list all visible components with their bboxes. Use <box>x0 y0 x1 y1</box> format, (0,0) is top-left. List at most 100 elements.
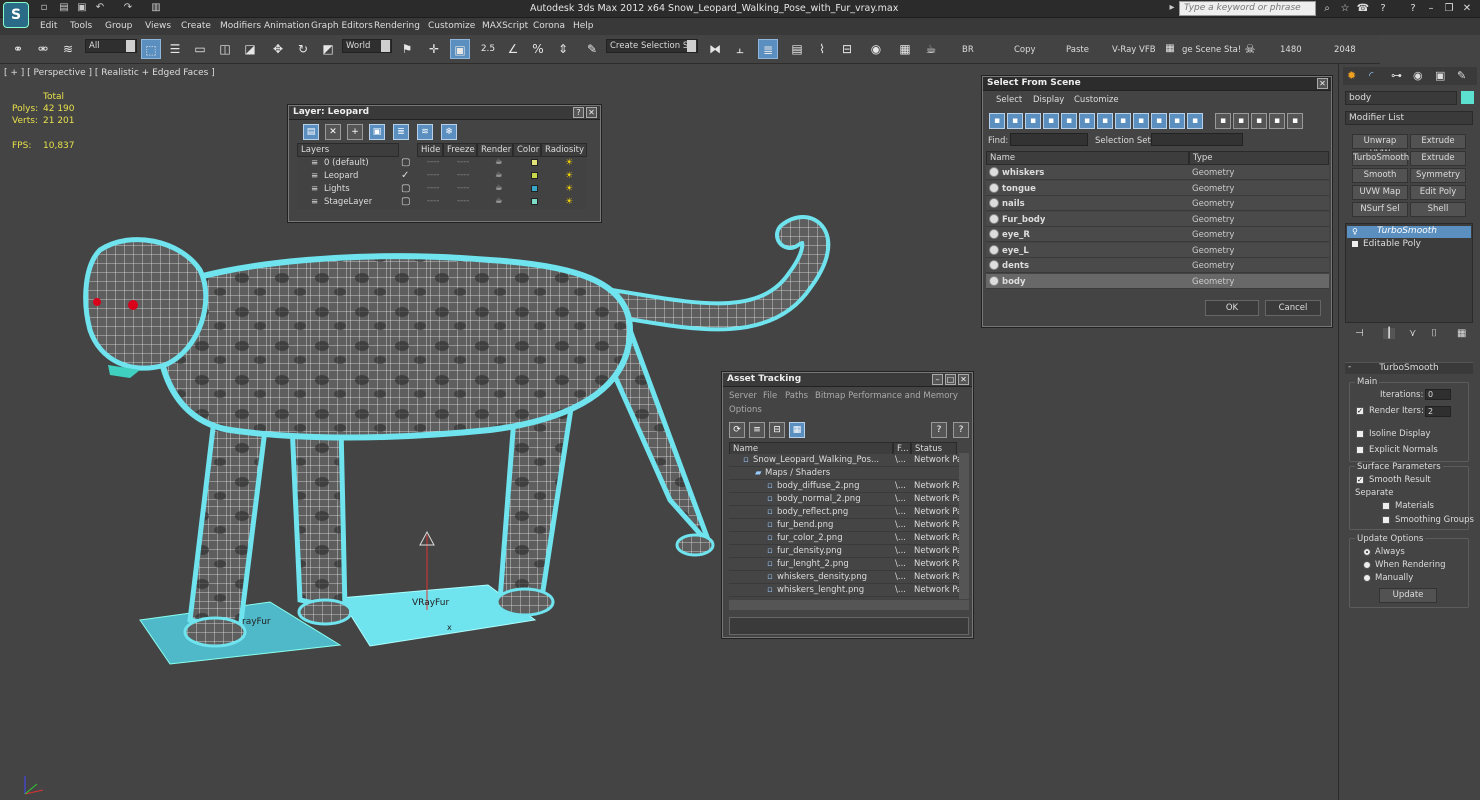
menu-modifiers[interactable]: Modifiers <box>220 21 261 31</box>
star-icon[interactable]: ☆ <box>1338 2 1352 15</box>
schematic-view-icon[interactable]: ⊟ <box>837 39 857 59</box>
create-tab-icon[interactable]: ✹ <box>1347 69 1356 82</box>
hide-toggle[interactable]: ---- <box>427 157 439 167</box>
spinner-snap-icon[interactable]: ⇕ <box>553 39 573 59</box>
freeze-toggle[interactable]: ---- <box>457 157 469 167</box>
layer-visible-box-icon[interactable]: ▢ <box>401 196 410 207</box>
isoline-checkbox[interactable] <box>1356 430 1364 438</box>
window-crossing-icon[interactable]: ◫ <box>215 39 235 59</box>
display-cameras-icon[interactable]: ▪ <box>1043 113 1059 129</box>
asset-row[interactable]: ▫ fur_color_2.png \... Network Pa <box>729 532 962 545</box>
skull-icon[interactable]: ☠ <box>1240 39 1260 59</box>
asset-row[interactable]: ▫ whiskers_density.png \... Network Pa <box>729 571 962 584</box>
table-view-icon[interactable]: ▦ <box>789 422 805 438</box>
selection-filter-dropdown[interactable]: All <box>85 39 137 53</box>
scene-object-row[interactable]: body Geometry <box>986 273 1329 289</box>
communication-icon[interactable]: ☎ <box>1356 2 1370 15</box>
shell-button[interactable]: Shell <box>1410 202 1466 217</box>
remove-modifier-icon[interactable]: ⌷ <box>1431 328 1437 339</box>
object-color-swatch[interactable] <box>1461 91 1474 104</box>
cancel-button[interactable]: Cancel <box>1265 300 1321 316</box>
update-button[interactable]: Update <box>1379 588 1437 603</box>
unwrap-uvw-button[interactable]: Unwrap UVW <box>1352 134 1408 159</box>
paste-button[interactable]: Paste <box>1066 45 1089 55</box>
iterations-spinner[interactable]: 0 <box>1425 389 1451 400</box>
highlight-layer-icon[interactable]: ≣ <box>393 124 409 140</box>
stack-item-turbosmooth[interactable]: TurboSmooth <box>1347 226 1471 238</box>
menu-help[interactable]: Help <box>573 21 594 31</box>
asset-maximize-button[interactable]: □ <box>945 374 956 385</box>
col-type[interactable]: Type <box>1189 151 1329 165</box>
asset-help2-icon[interactable]: ? <box>953 422 969 438</box>
select-move-icon[interactable]: ◪ <box>240 39 260 59</box>
hide-toggle[interactable]: ---- <box>427 170 439 180</box>
modifier-stack[interactable]: TurboSmooth ♀ Editable Poly <box>1345 223 1473 323</box>
help-icon[interactable]: ? <box>1376 2 1390 15</box>
display-hidden-icon[interactable]: ▪ <box>1187 113 1203 129</box>
menu-rendering[interactable]: Rendering <box>374 21 420 31</box>
render-teapot-icon[interactable]: ☕ <box>495 196 503 206</box>
object-name[interactable]: nails <box>1002 199 1025 209</box>
render-setup-icon[interactable]: ▦ <box>895 39 915 59</box>
unlink-icon[interactable]: ⚮ <box>33 39 53 59</box>
layer-dialog-title[interactable]: Layer: Leopard <box>289 106 600 120</box>
reference-coordinate-dropdown[interactable]: World <box>342 39 392 53</box>
graphite-ribbon-icon[interactable]: ▤ <box>787 39 807 59</box>
menu-animation[interactable]: Animation <box>264 21 310 31</box>
layer-dialog[interactable]: Layer: Leopard ? ✕ ▤ ✕ + ▣ ≣ ≋ ❄ Layers … <box>288 105 601 222</box>
asset-row[interactable]: ▫ whiskers_lenght.png \... Network Pa <box>729 584 962 597</box>
search-arrow-icon[interactable]: ▸ <box>1166 2 1178 14</box>
add-to-layer-icon[interactable]: + <box>347 124 363 140</box>
curve-editor-icon[interactable]: ⌇ <box>812 39 832 59</box>
select-menu-select[interactable]: Select <box>996 95 1022 105</box>
app-logo[interactable]: S <box>3 2 29 28</box>
br-button[interactable]: BR <box>962 45 974 55</box>
restore-button[interactable]: ❐ <box>1442 2 1456 15</box>
menu-group[interactable]: Group <box>105 21 132 31</box>
layer-visible-box-icon[interactable]: ▢ <box>401 183 410 194</box>
vray-vfb-button[interactable]: V-Ray VFB <box>1112 45 1156 55</box>
col-name[interactable]: Name <box>986 151 1189 165</box>
angle-snap-icon[interactable]: ∠ <box>503 39 523 59</box>
menu-create[interactable]: Create <box>181 21 211 31</box>
radiosity-sun-icon[interactable]: ☀ <box>565 184 573 194</box>
select-menu-display[interactable]: Display <box>1033 95 1064 105</box>
scene-object-row[interactable]: dents Geometry <box>986 258 1329 273</box>
col-color[interactable]: Color <box>513 143 541 157</box>
sync-icon[interactable]: ▪ <box>1287 113 1303 129</box>
select-dialog-title[interactable]: Select From Scene <box>983 77 1331 91</box>
asset-menu-file[interactable]: File <box>763 391 777 401</box>
col-freeze[interactable]: Freeze <box>443 143 477 157</box>
width-preset[interactable]: 1480 <box>1280 45 1302 55</box>
create-layer-icon[interactable]: ▤ <box>303 124 319 140</box>
asset-row[interactable]: ▫ body_normal_2.png \... Network Pa <box>729 493 962 506</box>
select-invert-icon[interactable]: ▪ <box>1251 113 1267 129</box>
menu-customize[interactable]: Customize <box>428 21 475 31</box>
object-name[interactable]: body <box>1002 277 1026 287</box>
freeze-toggle[interactable]: ---- <box>457 196 469 206</box>
rectangle-region-icon[interactable]: ▭ <box>190 39 210 59</box>
selection-set-dropdown[interactable] <box>1151 133 1243 146</box>
link-icon[interactable]: ⚭ <box>8 39 28 59</box>
object-name[interactable]: dents <box>1002 261 1029 271</box>
render-teapot-icon[interactable]: ☕ <box>921 39 941 59</box>
viewport-label[interactable]: [ + ] [ Perspective ] [ Realistic + Edge… <box>4 68 215 78</box>
asset-name[interactable]: Snow_Leopard_Walking_Pos... <box>753 455 893 465</box>
tree-view-icon[interactable]: ⊟ <box>769 422 785 438</box>
pin-stack-icon[interactable]: ⊣ <box>1355 328 1364 339</box>
rollout-collapse-icon[interactable]: - <box>1348 362 1351 372</box>
layer-name[interactable]: StageLayer <box>324 197 372 207</box>
layer-close-button[interactable]: ✕ <box>586 107 597 118</box>
col-render[interactable]: Render <box>477 143 513 157</box>
named-selection-dropdown[interactable]: Create Selection Se <box>606 39 698 53</box>
smoothing-groups-checkbox[interactable] <box>1382 516 1390 524</box>
asset-close-button[interactable]: ✕ <box>958 374 969 385</box>
freeze-all-icon[interactable]: ❄ <box>441 124 457 140</box>
scene-object-row[interactable]: tongue Geometry <box>986 180 1329 196</box>
select-from-scene-dialog[interactable]: Select From Scene ✕ Select Display Custo… <box>982 76 1332 327</box>
always-radio[interactable] <box>1363 548 1371 556</box>
asset-name[interactable]: body_reflect.png <box>777 507 893 517</box>
display-groups-icon[interactable]: ▪ <box>1097 113 1113 129</box>
body-mesh[interactable] <box>154 253 634 441</box>
asset-name[interactable]: fur_density.png <box>777 546 893 556</box>
